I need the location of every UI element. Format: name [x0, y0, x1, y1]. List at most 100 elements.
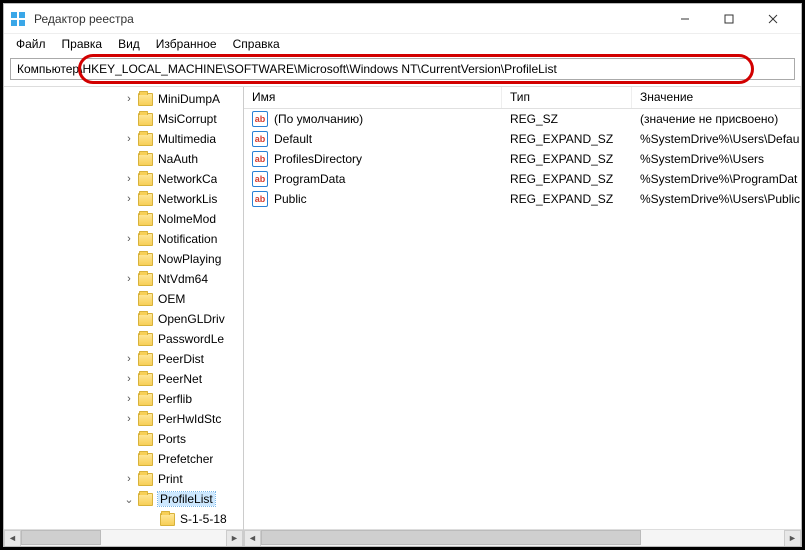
tree-item-networkca[interactable]: › NetworkCa [4, 169, 243, 189]
tree-item-naauth[interactable]: NaAuth [4, 149, 243, 169]
address-bar[interactable] [10, 58, 795, 80]
folder-icon [138, 313, 153, 326]
list-row[interactable]: abProfilesDirectoryREG_EXPAND_SZ%SystemD… [244, 149, 801, 169]
column-name[interactable]: Имя [244, 87, 502, 108]
list-row[interactable]: abDefaultREG_EXPAND_SZ%SystemDrive%\User… [244, 129, 801, 149]
menubar: Файл Правка Вид Избранное Справка [4, 34, 801, 54]
list-body[interactable]: ab(По умолчанию)REG_SZ(значение не присв… [244, 109, 801, 529]
value-name: (По умолчанию) [274, 112, 363, 126]
scroll-right-button[interactable]: ► [226, 530, 243, 547]
tree-item-profilelist[interactable]: ⌄ProfileList [4, 489, 243, 509]
folder-icon [138, 153, 153, 166]
tree-label: S-1-5-18 [180, 512, 227, 526]
scroll-thumb[interactable] [261, 530, 641, 545]
folder-icon [138, 453, 153, 466]
maximize-button[interactable] [707, 5, 751, 33]
tree-item-perhwidstc[interactable]: ›PerHwIdStc [4, 409, 243, 429]
folder-icon [138, 373, 153, 386]
list-row[interactable]: abProgramDataREG_EXPAND_SZ%SystemDrive%\… [244, 169, 801, 189]
value-data: (значение не присвоено) [632, 112, 801, 126]
tree-item-ntvdm64[interactable]: ›NtVdm64 [4, 269, 243, 289]
list-row[interactable]: abPublicREG_EXPAND_SZ%SystemDrive%\Users… [244, 189, 801, 209]
expand-icon[interactable]: › [122, 273, 136, 285]
tree-horizontal-scrollbar[interactable]: ◄ ► [4, 529, 243, 546]
tree-label: Multimedia [158, 132, 216, 146]
expand-icon[interactable]: › [122, 473, 136, 485]
menu-favorites[interactable]: Избранное [150, 37, 223, 51]
list-row[interactable]: ab(По умолчанию)REG_SZ(значение не присв… [244, 109, 801, 129]
value-data: %SystemDrive%\ProgramDat [632, 172, 801, 186]
list-pane: Имя Тип Значение ab(По умолчанию)REG_SZ(… [244, 87, 801, 546]
tree-item-peernet[interactable]: › PeerNet [4, 369, 243, 389]
tree-view[interactable]: ›MiniDumpAMsiCorrupt›MultimediaNaAuth›Ne… [4, 87, 243, 529]
scroll-track[interactable] [261, 530, 784, 547]
scroll-left-button[interactable]: ◄ [244, 530, 261, 547]
tree-item-passwordle[interactable]: PasswordLe [4, 329, 243, 349]
expand-icon[interactable]: › [122, 233, 136, 245]
folder-icon [138, 133, 153, 146]
menu-view[interactable]: Вид [112, 37, 146, 51]
column-value[interactable]: Значение [632, 87, 801, 108]
tree-label: PeerNet [158, 372, 202, 386]
column-type[interactable]: Тип [502, 87, 632, 108]
tree-pane: ›MiniDumpAMsiCorrupt›MultimediaNaAuth›Ne… [4, 87, 244, 546]
folder-icon [138, 233, 153, 246]
string-value-icon: ab [252, 111, 268, 127]
folder-icon [138, 173, 153, 186]
value-data: %SystemDrive%\Users\Public [632, 192, 801, 206]
expand-icon[interactable]: › [122, 93, 136, 105]
address-bar-area [4, 54, 801, 86]
expand-icon[interactable]: › [122, 173, 136, 185]
tree-item-notification[interactable]: ›Notification [4, 229, 243, 249]
folder-icon [138, 473, 153, 486]
scroll-thumb[interactable] [21, 530, 101, 545]
collapse-icon[interactable]: ⌄ [122, 493, 136, 506]
tree-item-perflib[interactable]: ›Perflib [4, 389, 243, 409]
tree-item-prefetcher[interactable]: Prefetcher [4, 449, 243, 469]
tree-item-opengldriv[interactable]: OpenGLDriv [4, 309, 243, 329]
folder-icon [138, 93, 153, 106]
string-value-icon: ab [252, 191, 268, 207]
scroll-left-button[interactable]: ◄ [4, 530, 21, 547]
window-controls [663, 5, 795, 33]
menu-edit[interactable]: Правка [56, 37, 109, 51]
minimize-button[interactable] [663, 5, 707, 33]
string-value-icon: ab [252, 131, 268, 147]
tree-item-oem[interactable]: OEM [4, 289, 243, 309]
scroll-track[interactable] [21, 530, 226, 547]
menu-file[interactable]: Файл [10, 37, 52, 51]
tree-item-nowplaying[interactable]: NowPlaying [4, 249, 243, 269]
expand-icon[interactable]: › [122, 413, 136, 425]
registry-editor-window: Редактор реестра Файл Правка Вид Избранн… [3, 3, 802, 547]
scroll-right-button[interactable]: ► [784, 530, 801, 547]
tree-item-msicorrupt[interactable]: MsiCorrupt [4, 109, 243, 129]
folder-icon [138, 113, 153, 126]
expand-icon[interactable]: › [122, 353, 136, 365]
tree-item-peerdist[interactable]: › PeerDist [4, 349, 243, 369]
tree-label: OpenGLDriv [158, 312, 225, 326]
tree-item-ports[interactable]: Ports [4, 429, 243, 449]
main-area: ›MiniDumpAMsiCorrupt›MultimediaNaAuth›Ne… [4, 86, 801, 546]
tree-label: PeerDist [158, 352, 204, 366]
tree-item-s-1-5-18[interactable]: S-1-5-18 [4, 509, 243, 529]
tree-item-minidumpa[interactable]: ›MiniDumpA [4, 89, 243, 109]
expand-icon[interactable]: › [122, 373, 136, 385]
tree-label: NetworkCa [158, 172, 217, 186]
regedit-icon [10, 11, 26, 27]
value-name: Public [274, 192, 307, 206]
tree-label: PasswordLe [158, 332, 224, 346]
folder-icon [138, 493, 153, 506]
tree-item-print[interactable]: ›Print [4, 469, 243, 489]
expand-icon[interactable]: › [122, 393, 136, 405]
tree-item-multimedia[interactable]: › Multimedia [4, 129, 243, 149]
folder-icon [138, 353, 153, 366]
expand-icon[interactable]: › [122, 193, 136, 205]
expand-icon[interactable]: › [122, 133, 136, 145]
close-button[interactable] [751, 5, 795, 33]
list-horizontal-scrollbar[interactable]: ◄ ► [244, 529, 801, 546]
tree-item-nolmemod[interactable]: NolmeMod [4, 209, 243, 229]
tree-label: OEM [158, 292, 185, 306]
tree-item-networklis[interactable]: ›NetworkLis [4, 189, 243, 209]
menu-help[interactable]: Справка [227, 37, 286, 51]
tree-label: NolmeMod [158, 212, 216, 226]
